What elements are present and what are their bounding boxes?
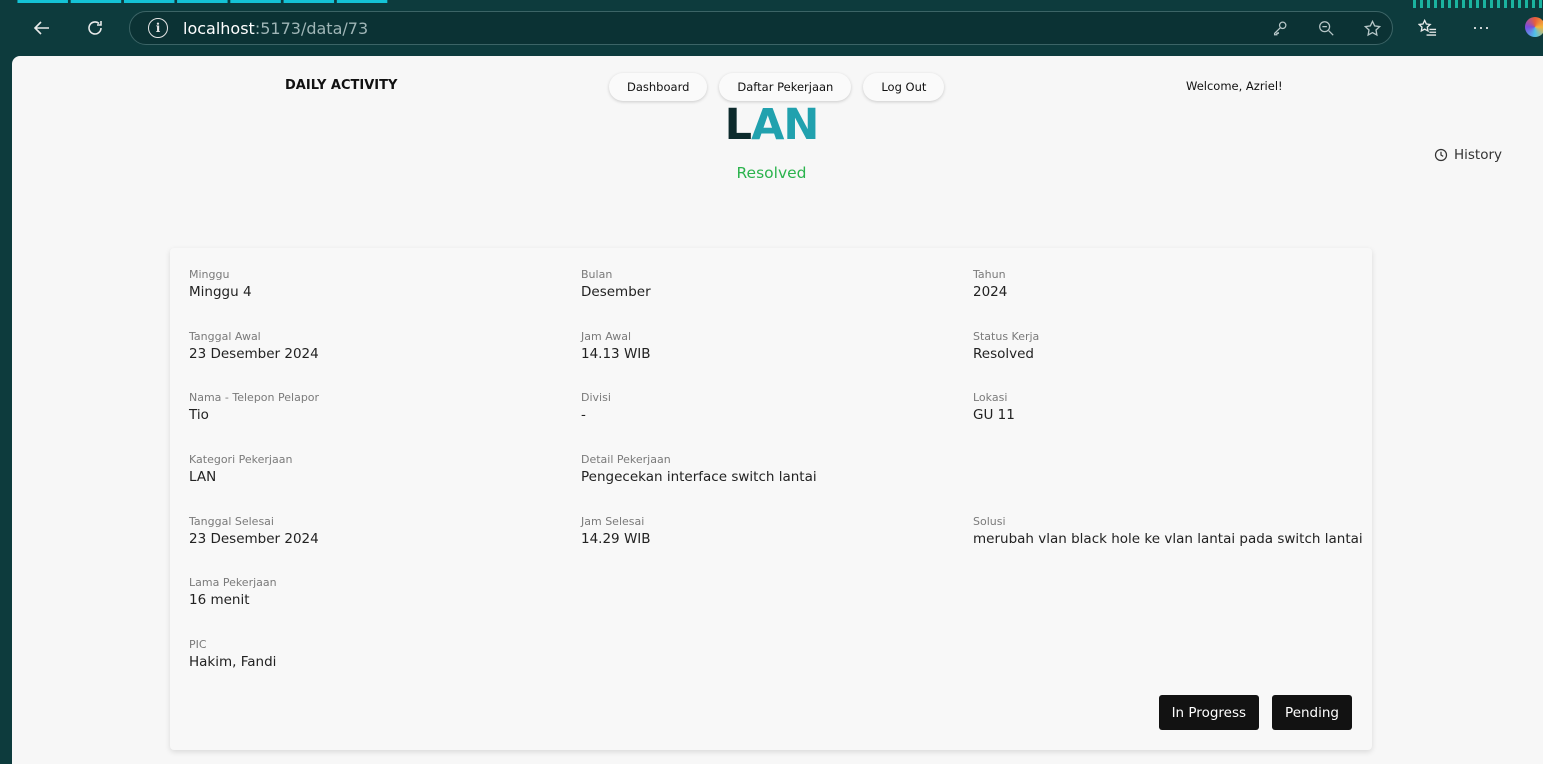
field-jam-selesai: Jam Selesai 14.29 WIB — [581, 515, 973, 577]
field-empty — [581, 576, 973, 638]
field-status-kerja: Status Kerja Resolved — [973, 330, 1363, 392]
url-path: :5173/data/73 — [254, 18, 369, 38]
field-label: Detail Pekerjaan — [581, 453, 671, 467]
back-icon[interactable] — [28, 14, 56, 42]
field-value: 16 menit — [189, 592, 250, 609]
detail-grid: Minggu Minggu 4 Bulan Desember Tahun 2024 T… — [189, 268, 1369, 700]
field-tanggal-awal: Tanggal Awal 23 Desember 2024 — [189, 330, 581, 392]
field-label: Solusi — [973, 514, 1006, 528]
field-value: merubah vlan black hole ke vlan lantai p… — [973, 530, 1363, 547]
field-value: 2024 — [973, 284, 1008, 300]
field-pelapor: Nama - Telepon Pelapor Tio — [189, 391, 581, 453]
field-label: Lama Pekerjaan — [189, 576, 277, 590]
refresh-icon[interactable] — [81, 14, 109, 42]
action-buttons: In Progress Pending — [1158, 695, 1352, 730]
field-label: Status Kerja — [973, 329, 1040, 343]
dashboard-button[interactable]: Dashboard — [609, 73, 708, 101]
history-button[interactable]: History — [1434, 147, 1502, 163]
field-value: 14.29 WIB — [581, 530, 651, 547]
field-jam-awal: Jam Awal 14.13 WIB — [581, 330, 973, 392]
title-first-letter: L — [724, 100, 752, 150]
field-value: Resolved — [973, 345, 1034, 362]
field-value: 14.13 WIB — [581, 345, 651, 362]
field-label: Lokasi — [973, 391, 1008, 405]
field-value: - — [581, 407, 586, 424]
address-bar[interactable]: i localhost:5173/data/73 — [129, 11, 1393, 45]
field-value: GU 11 — [973, 407, 1015, 424]
page-title: LAN — [0, 100, 1543, 150]
copilot-icon[interactable] — [1525, 17, 1543, 37]
welcome-text: Welcome, Azriel! — [1186, 79, 1283, 93]
field-pic: PIC Hakim, Fandi — [189, 638, 581, 700]
url-text[interactable]: localhost:5173/data/73 — [183, 19, 368, 38]
field-minggu: Minggu Minggu 4 — [189, 268, 581, 330]
title-rest: AN — [751, 100, 819, 150]
field-empty — [973, 576, 1363, 638]
field-tahun: Tahun 2024 — [973, 268, 1363, 330]
field-value: Desember — [581, 284, 651, 300]
history-label: History — [1454, 147, 1503, 163]
favorite-icon[interactable] — [1362, 18, 1382, 38]
field-label — [973, 453, 1363, 469]
field-value: Tio — [189, 407, 209, 424]
field-label — [581, 576, 973, 592]
favorites-list-icon[interactable] — [1417, 17, 1437, 37]
field-value: LAN — [189, 469, 217, 486]
field-tanggal-selesai: Tanggal Selesai 23 Desember 2024 — [189, 515, 581, 577]
field-label: Nama - Telepon Pelapor — [189, 391, 320, 405]
more-icon[interactable]: ··· — [1471, 17, 1491, 37]
field-lama-pekerjaan: Lama Pekerjaan 16 menit — [189, 576, 581, 638]
field-solusi: Solusi merubah vlan black hole ke vlan la… — [973, 515, 1363, 577]
brand-title: DAILY ACTIVITY — [285, 78, 398, 93]
field-value: 23 Desember 2024 — [189, 530, 319, 547]
field-lokasi: Lokasi GU 11 — [973, 391, 1363, 453]
nav-menu: Dashboard Daftar Pekerjaan Log Out — [609, 73, 945, 101]
key-icon[interactable] — [1270, 18, 1290, 38]
field-bulan: Bulan Desember — [581, 268, 973, 330]
field-divisi: Divisi - — [581, 391, 973, 453]
field-label: Jam Selesai — [581, 514, 645, 528]
logout-button[interactable]: Log Out — [863, 73, 945, 101]
pending-button[interactable]: Pending — [1272, 695, 1352, 730]
field-label: Tanggal Awal — [189, 329, 261, 343]
field-label: Kategori Pekerjaan — [189, 453, 293, 467]
clock-icon — [1434, 148, 1448, 162]
url-host: localhost — [183, 18, 255, 38]
browser-toolbar: i localhost:5173/data/73 ··· — [0, 0, 1543, 56]
field-kategori: Kategori Pekerjaan LAN — [189, 453, 581, 515]
field-label: PIC — [189, 638, 207, 652]
field-label: Tanggal Selesai — [189, 514, 274, 528]
field-label: Bulan — [581, 268, 613, 281]
field-label — [973, 576, 1363, 592]
field-value: Pengecekan interface switch lantai — [581, 469, 817, 486]
field-value: 23 Desember 2024 — [189, 345, 319, 362]
in-progress-button[interactable]: In Progress — [1158, 695, 1260, 730]
daftar-pekerjaan-button[interactable]: Daftar Pekerjaan — [719, 73, 852, 101]
info-icon[interactable]: i — [148, 18, 168, 38]
field-label: Divisi — [581, 391, 611, 405]
status-badge: Resolved — [736, 164, 807, 182]
field-value: Hakim, Fandi — [189, 654, 277, 671]
field-label: Tahun — [973, 268, 1006, 281]
zoom-icon[interactable] — [1316, 18, 1336, 38]
field-empty — [973, 453, 1363, 515]
field-value: Minggu 4 — [189, 284, 252, 300]
field-label: Jam Awal — [581, 329, 632, 343]
detail-card: Minggu Minggu 4 Bulan Desember Tahun 2024 T… — [170, 248, 1372, 750]
field-label: Minggu — [189, 268, 230, 281]
field-detail-pekerjaan: Detail Pekerjaan Pengecekan interface swi… — [581, 453, 973, 515]
